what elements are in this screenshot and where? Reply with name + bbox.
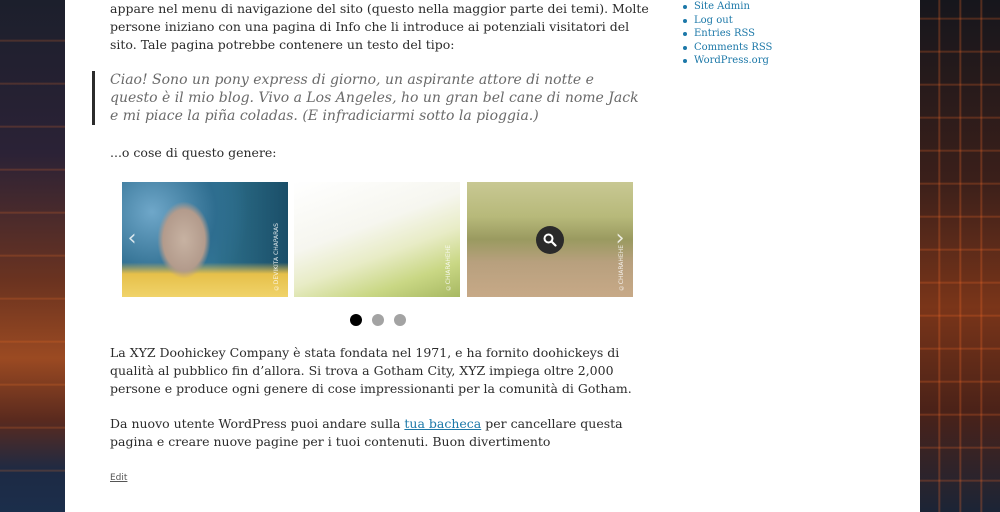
wordpress-org-link[interactable]: WordPress.org: [694, 55, 769, 66]
chevron-left-icon[interactable]: ‹: [122, 226, 142, 252]
or-like-paragraph: ...o cose di questo genere:: [110, 145, 277, 160]
quote-text: Ciao! Sono un pony express di giorno, un…: [110, 72, 639, 124]
slider-dot-2[interactable]: [372, 314, 384, 326]
meta-item-comments-rss: Comments RSS: [683, 41, 883, 55]
slider-dot-3[interactable]: [394, 314, 406, 326]
meta-links-list: Site Admin Log out Entries RSS Comments …: [683, 0, 883, 68]
meta-item-wordpress-org: WordPress.org: [683, 54, 883, 68]
meta-item-log-out: Log out: [683, 14, 883, 28]
gallery-slide-1[interactable]: ©DEVIKITA CHAPARAS: [122, 182, 288, 297]
meta-item-entries-rss: Entries RSS: [683, 27, 883, 41]
log-out-link[interactable]: Log out: [694, 15, 733, 26]
image-gallery-slider[interactable]: ©DEVIKITA CHAPARAS ©CHIARAHEHE ©CHIARAHE…: [122, 182, 633, 297]
company-paragraph: La XYZ Doohickey Company è stata fondata…: [110, 345, 632, 396]
photo-credit: ©CHIARAHEHE: [445, 244, 452, 291]
slider-pagination: [350, 314, 410, 328]
zoom-button[interactable]: [536, 226, 564, 254]
page-content-area: appare nel menu di navigazione del sito …: [65, 0, 920, 512]
dashboard-link[interactable]: tua bacheca: [404, 416, 481, 431]
intro-paragraph: appare nel menu di navigazione del sito …: [110, 1, 649, 52]
background-right: [920, 0, 1000, 512]
background-left: [0, 0, 65, 512]
photo-credit: ©DEVIKITA CHAPARAS: [273, 222, 280, 291]
site-admin-link[interactable]: Site Admin: [694, 1, 750, 12]
edit-link[interactable]: Edit: [110, 469, 127, 487]
quote-block: Ciao! Sono un pony express di giorno, un…: [92, 71, 640, 125]
new-user-paragraph: Da nuovo utente WordPress puoi andare su…: [110, 415, 650, 451]
meta-widget: Site Admin Log out Entries RSS Comments …: [683, 0, 883, 68]
search-icon: [543, 233, 557, 247]
chevron-right-icon[interactable]: ›: [610, 226, 630, 252]
entries-rss-link[interactable]: Entries RSS: [694, 28, 755, 39]
comments-rss-link[interactable]: Comments RSS: [694, 42, 772, 53]
new-user-text-before: Da nuovo utente WordPress puoi andare su…: [110, 416, 405, 431]
slider-dot-1[interactable]: [350, 314, 362, 326]
gallery-slide-2[interactable]: ©CHIARAHEHE: [294, 182, 460, 297]
meta-item-site-admin: Site Admin: [683, 0, 883, 14]
